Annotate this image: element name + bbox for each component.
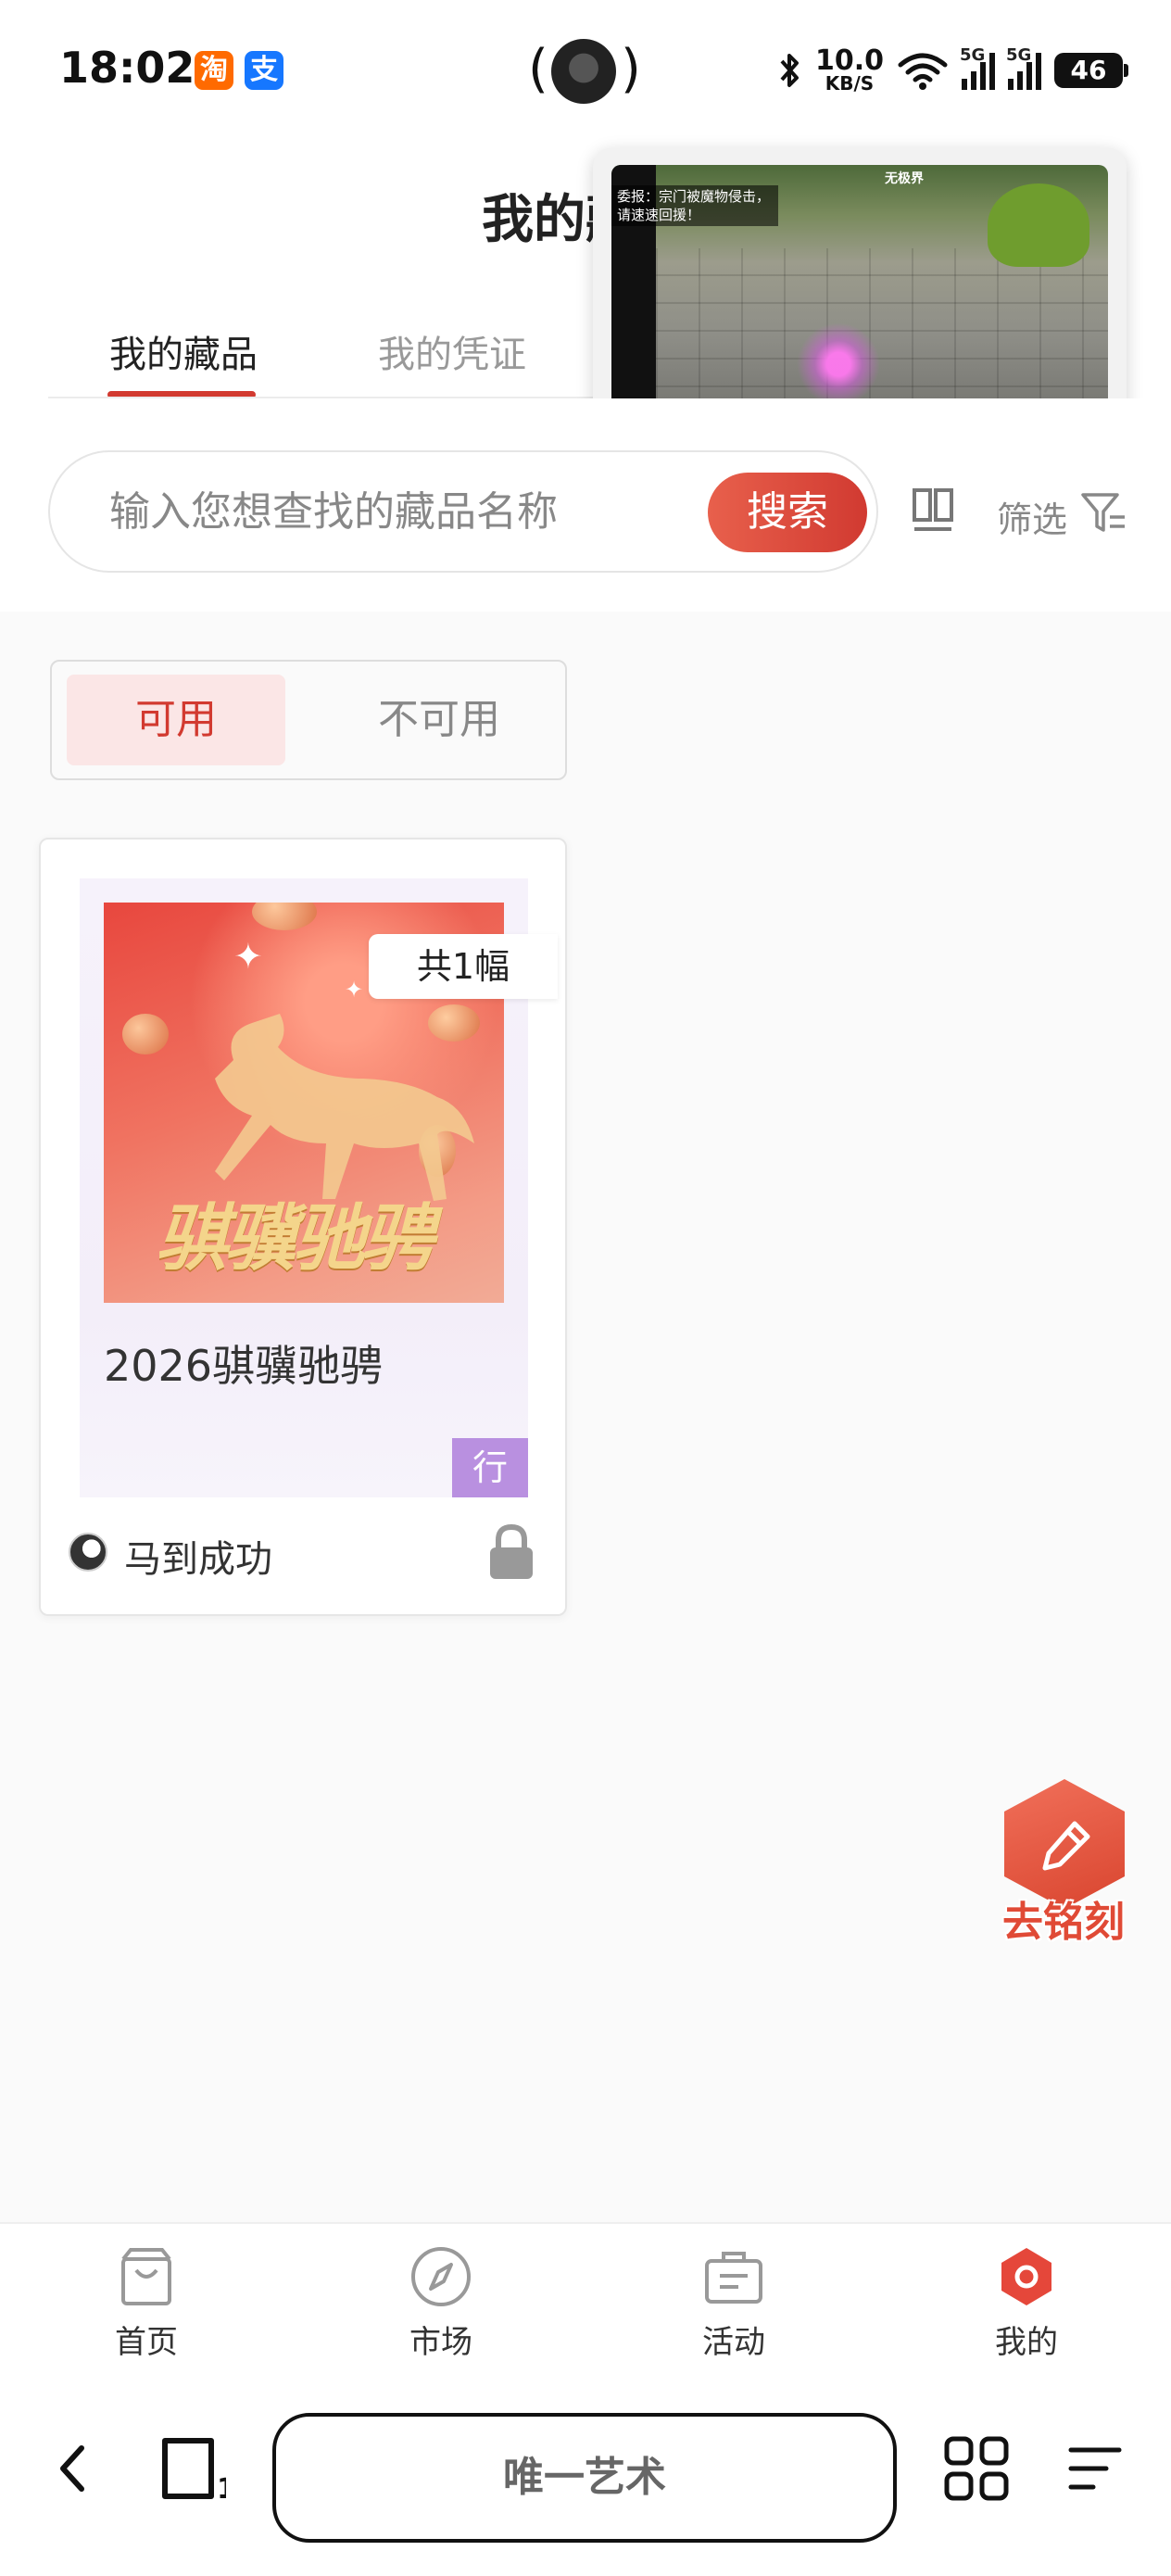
status-indicators: 10.0 KB/S 5G 5G 46 bbox=[778, 44, 1128, 96]
island-avatar bbox=[551, 39, 616, 104]
game-announcement-text: 委报：宗门被魔物侵击，请速速回援！ bbox=[611, 185, 778, 226]
net-speed-unit: KB/S bbox=[825, 72, 875, 95]
search-input[interactable] bbox=[109, 484, 721, 539]
hexagon-profile-icon bbox=[1001, 2248, 1051, 2305]
address-bar[interactable]: 唯一艺术 bbox=[272, 2413, 897, 2543]
signal-sim1-icon: 5G bbox=[960, 45, 995, 90]
island-left-bracket: ( bbox=[528, 39, 548, 99]
tab-count: 1 bbox=[217, 2473, 226, 2502]
taobao-icon: 淘 bbox=[195, 51, 233, 90]
collection-card[interactable]: ✦ ✦ 骐骥驰骋 2026骐骥驰骋 行 共1幅 马到成功 bbox=[39, 838, 567, 1616]
sparkle-icon: ✦ bbox=[233, 936, 263, 977]
availability-toggle: 可用 不可用 bbox=[50, 660, 567, 780]
engrave-label: 去铭刻 bbox=[1002, 1899, 1125, 1946]
nav-home[interactable]: 首页 bbox=[72, 2244, 220, 2362]
owner-avatar bbox=[69, 1533, 107, 1572]
nav-activity-label: 活动 bbox=[702, 2324, 765, 2361]
back-arrow-icon[interactable] bbox=[54, 2441, 91, 2496]
browser-toolbar: 1 唯一艺术 bbox=[0, 2385, 1171, 2576]
nav-market-label: 市场 bbox=[409, 2324, 472, 2361]
game-logo: 无极界 bbox=[885, 171, 924, 186]
nav-market[interactable]: 市场 bbox=[367, 2244, 515, 2362]
app-page: 18:02 淘 支 ( ) 10.0 KB/S 5G 5G 46 我的藏品 我的… bbox=[0, 0, 1171, 2576]
gold-coin-icon bbox=[252, 903, 317, 930]
toggle-available[interactable]: 可用 bbox=[67, 675, 285, 765]
search-button[interactable]: 搜索 bbox=[708, 473, 867, 552]
filter-label[interactable]: 筛选 bbox=[997, 491, 1067, 542]
game-floor bbox=[656, 248, 1108, 406]
net-speed-value: 10.0 bbox=[814, 44, 884, 77]
island-right-bracket: ) bbox=[621, 39, 641, 99]
alipay-icon: 支 bbox=[245, 51, 283, 90]
shopping-bag-icon bbox=[121, 2248, 171, 2305]
filter-icon[interactable] bbox=[1080, 489, 1127, 536]
wifi-icon bbox=[898, 53, 948, 90]
tab-my-collections[interactable]: 我的藏品 bbox=[109, 324, 258, 378]
layout-toggle-icon[interactable] bbox=[912, 487, 954, 534]
nav-home-label: 首页 bbox=[115, 2324, 178, 2361]
apps-grid-icon[interactable] bbox=[943, 2435, 1010, 2502]
game-spell-effect bbox=[797, 322, 880, 406]
tabs-switcher-icon[interactable]: 1 bbox=[159, 2435, 226, 2502]
bluetooth-icon bbox=[780, 54, 799, 87]
count-badge: 共1幅 bbox=[369, 934, 558, 999]
status-bar: 18:02 淘 支 ( ) 10.0 KB/S 5G 5G 46 bbox=[0, 0, 1171, 139]
nav-mine-label: 我的 bbox=[995, 2324, 1058, 2361]
search-row: 搜索 筛选 bbox=[0, 398, 1171, 612]
toggle-unavailable[interactable]: 不可用 bbox=[330, 675, 548, 765]
battery-icon: 46 bbox=[1054, 53, 1128, 88]
game-trees bbox=[988, 183, 1089, 267]
search-box: 搜索 bbox=[48, 450, 878, 573]
tab-my-vouchers[interactable]: 我的凭证 bbox=[378, 324, 526, 378]
category-tag: 行 bbox=[452, 1438, 528, 1497]
nav-mine[interactable]: 我的 bbox=[952, 2244, 1101, 2362]
gold-coin-icon bbox=[122, 1014, 169, 1054]
owner-name: 马到成功 bbox=[124, 1538, 272, 1581]
collection-title: 2026骐骥驰骋 bbox=[104, 1341, 384, 1391]
signal-sim2-icon: 5G bbox=[1006, 45, 1041, 90]
compass-icon bbox=[411, 2247, 471, 2306]
image-calligraphy: 骐骥驰骋 bbox=[156, 1197, 434, 1281]
bottom-nav: 首页 市场 活动 我的 bbox=[0, 2222, 1171, 2385]
net-speed: 10.0 KB/S bbox=[814, 44, 884, 95]
briefcase-icon bbox=[705, 2252, 762, 2304]
sim1-label: 5G bbox=[960, 45, 986, 65]
sim2-label: 5G bbox=[1006, 45, 1032, 65]
pen-icon bbox=[1042, 1821, 1090, 1871]
menu-icon[interactable] bbox=[1065, 2441, 1125, 2496]
engrave-button[interactable]: 去铭刻 bbox=[989, 1770, 1138, 1955]
sparkle-icon: ✦ bbox=[345, 977, 364, 1003]
status-time: 18:02 bbox=[59, 43, 195, 93]
nav-activity[interactable]: 活动 bbox=[660, 2244, 808, 2362]
lock-icon bbox=[490, 1523, 533, 1579]
dynamic-island[interactable]: ( ) bbox=[528, 33, 641, 107]
